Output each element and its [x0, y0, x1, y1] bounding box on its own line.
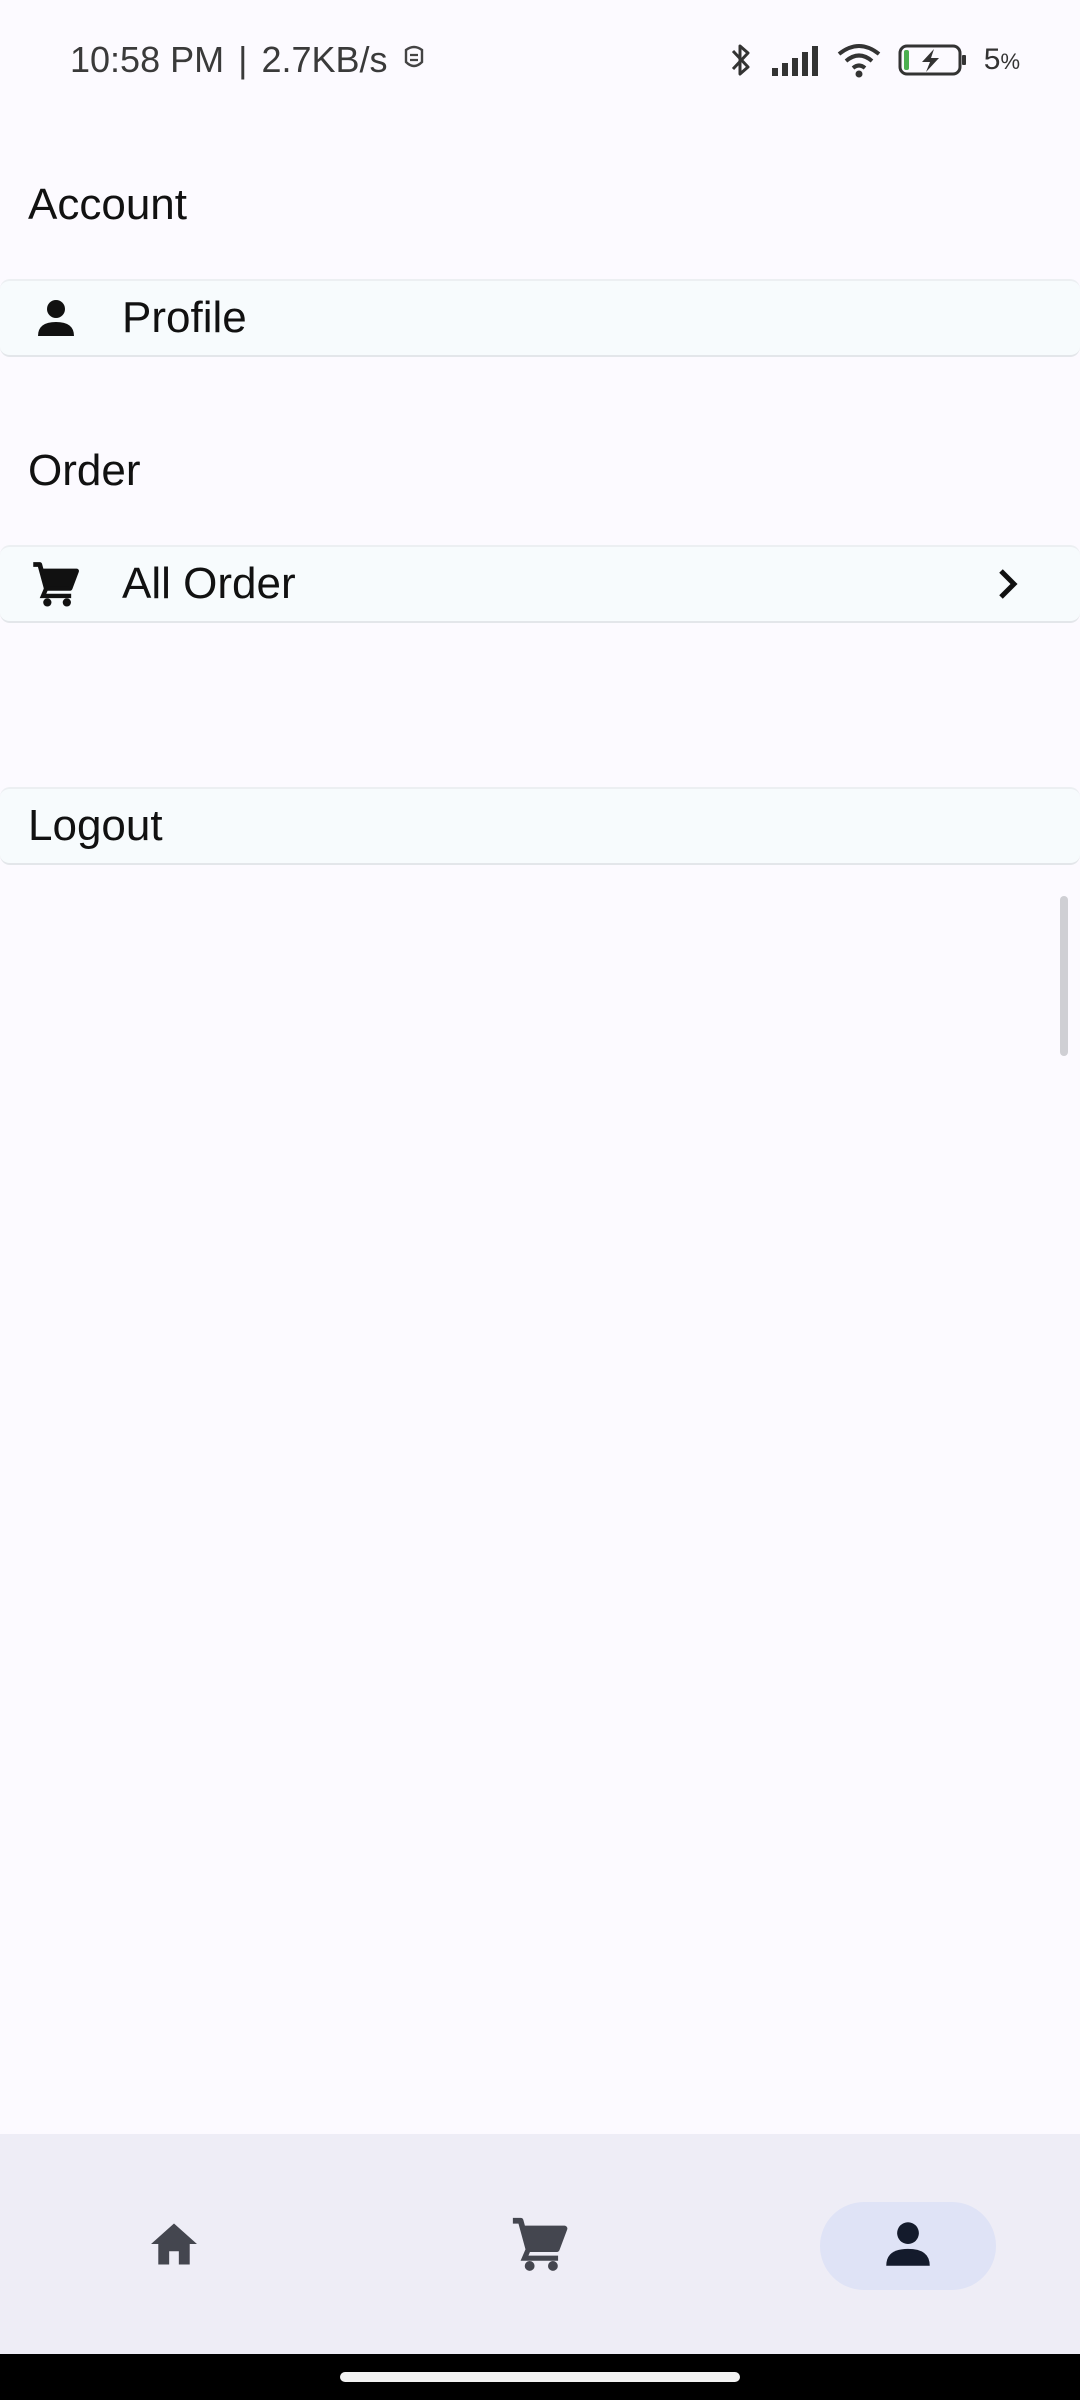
wifi-icon: [836, 42, 882, 78]
status-separator: |: [238, 39, 248, 80]
signal-icon: [770, 44, 820, 76]
status-left: 10:58 PM | 2.7KB/s: [70, 39, 426, 81]
status-time: 10:58 PM: [70, 39, 225, 80]
order-section-title: Order: [28, 446, 141, 495]
home-icon: [145, 2215, 203, 2278]
battery-charging-icon: [898, 43, 968, 77]
nav-profile[interactable]: [820, 2202, 996, 2290]
bottom-navigation: [0, 2134, 1080, 2354]
status-bar: 10:58 PM | 2.7KB/s 5%: [0, 0, 1080, 120]
chevron-right-icon: [988, 564, 1028, 604]
person-icon: [879, 2215, 937, 2278]
all-order-label: All Order: [122, 559, 296, 608]
gesture-handle[interactable]: [340, 2372, 740, 2382]
status-right: 5%: [728, 41, 1020, 79]
bluetooth-icon: [728, 41, 754, 79]
profile-label: Profile: [122, 293, 247, 342]
battery-percent: 5%: [983, 43, 1020, 76]
logout-row[interactable]: Logout: [0, 787, 1080, 865]
all-order-row[interactable]: All Order: [0, 545, 1080, 623]
status-network-speed: 2.7KB/s: [261, 39, 388, 80]
cart-icon: [30, 558, 82, 610]
logout-label: Logout: [28, 801, 163, 850]
nav-home[interactable]: [86, 2202, 262, 2290]
person-icon: [30, 292, 82, 344]
alarm-icon: [402, 39, 426, 81]
account-section-title: Account: [28, 180, 187, 229]
nav-cart[interactable]: [452, 2202, 628, 2290]
profile-row[interactable]: Profile: [0, 279, 1080, 357]
cart-icon: [509, 2213, 571, 2280]
scrollbar-thumb[interactable]: [1060, 896, 1068, 1056]
